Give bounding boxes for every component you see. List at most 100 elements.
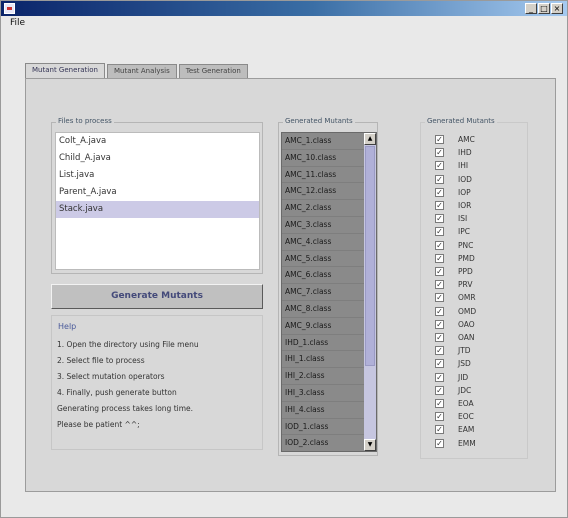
mutants-scrollbar[interactable]: ▲ ▼: [364, 133, 376, 451]
operator-checkbox[interactable]: ✓: [435, 425, 444, 435]
file-item-selected[interactable]: Stack.java: [56, 201, 259, 218]
operator-row[interactable]: ✓ IHI: [435, 160, 468, 171]
operator-label: EMM: [458, 438, 476, 448]
operator-row[interactable]: ✓ JDC: [435, 385, 471, 396]
mutant-item[interactable]: AMC_1.class: [282, 133, 366, 150]
scroll-down-icon[interactable]: ▼: [364, 439, 376, 451]
mutant-item[interactable]: AMC_7.class: [282, 284, 366, 301]
operator-row[interactable]: ✓ IOP: [435, 187, 471, 198]
file-item[interactable]: List.java: [56, 167, 259, 184]
operator-row[interactable]: ✓ AMC: [435, 134, 475, 145]
generate-mutants-button[interactable]: Generate Mutants: [51, 284, 263, 309]
menu-file[interactable]: File: [10, 18, 25, 28]
generated-mutants-list[interactable]: AMC_1.class AMC_10.class AMC_11.class AMC_1…: [281, 132, 377, 452]
operator-label: EOC: [458, 412, 474, 422]
mutant-item[interactable]: AMC_8.class: [282, 301, 366, 318]
operator-row[interactable]: ✓ JTD: [435, 345, 471, 356]
operator-row[interactable]: ✓ IHD: [435, 147, 472, 158]
tab-test-generation[interactable]: Test Generation: [178, 64, 248, 78]
mutant-item[interactable]: AMC_11.class: [282, 167, 366, 184]
operator-row[interactable]: ✓ IOD: [435, 174, 472, 185]
mutant-item[interactable]: IHD_1.class: [282, 335, 366, 352]
mutant-item[interactable]: IOD_1.class: [282, 419, 366, 436]
operator-checkbox[interactable]: ✓: [435, 148, 444, 158]
help-title: Help: [58, 322, 77, 331]
files-group: Files to process Colt_A.java Child_A.jav…: [51, 117, 263, 274]
operator-row[interactable]: ✓ ISI: [435, 213, 467, 224]
mutant-item[interactable]: AMC_12.class: [282, 183, 366, 201]
operator-checkbox[interactable]: ✓: [435, 306, 444, 316]
file-item[interactable]: Child_A.java: [56, 150, 259, 167]
operators-group: Generated Mutants ✓ AMC ✓ IHD ✓ IHI ✓ IOD ✓ IOP ✓ I…: [420, 117, 528, 459]
tab-strip: Mutant Generation Mutant Analysis Test G…: [25, 63, 250, 79]
files-list[interactable]: Colt_A.java Child_A.java List.java Paren…: [55, 132, 260, 270]
mutant-item[interactable]: IHI_1.class: [282, 351, 366, 369]
operator-row[interactable]: ✓ OMD: [435, 306, 476, 317]
help-line: 1. Open the directory using File menu: [57, 340, 199, 349]
operator-row[interactable]: ✓ JSD: [435, 358, 471, 369]
mutant-item[interactable]: AMC_5.class: [282, 251, 366, 268]
operator-row[interactable]: ✓ IPC: [435, 226, 470, 237]
operator-row[interactable]: ✓ EAM: [435, 424, 474, 435]
operator-row[interactable]: ✓ PPD: [435, 266, 473, 277]
operator-checkbox[interactable]: ✓: [435, 438, 444, 448]
title-bar[interactable]: _ □ ×: [1, 1, 567, 16]
operator-checkbox[interactable]: ✓: [435, 293, 444, 303]
operator-checkbox[interactable]: ✓: [435, 346, 444, 356]
operator-checkbox[interactable]: ✓: [435, 385, 444, 395]
operator-checkbox[interactable]: ✓: [435, 333, 444, 342]
maximize-button[interactable]: □: [538, 3, 550, 14]
mutant-item[interactable]: IHI_4.class: [282, 402, 366, 419]
mutant-generation-panel: Files to process Colt_A.java Child_A.jav…: [25, 78, 556, 492]
operator-row[interactable]: ✓ EOC: [435, 411, 474, 422]
operator-row[interactable]: ✓ EMM: [435, 438, 476, 449]
operator-checkbox[interactable]: ✓: [435, 399, 444, 408]
operator-row[interactable]: ✓ PMD: [435, 253, 475, 264]
mutant-item[interactable]: IHI_2.class: [282, 368, 366, 385]
operator-checkbox[interactable]: ✓: [435, 253, 444, 263]
tab-mutant-analysis[interactable]: Mutant Analysis: [106, 64, 177, 78]
file-item[interactable]: Colt_A.java: [56, 133, 259, 150]
mutant-item[interactable]: IOD_2.class: [282, 435, 366, 451]
operator-row[interactable]: ✓ PNC: [435, 240, 473, 251]
operator-row[interactable]: ✓ IOR: [435, 200, 471, 211]
scroll-thumb[interactable]: [365, 146, 375, 366]
operators-group-title: Generated Mutants: [425, 117, 497, 125]
operator-row[interactable]: ✓ PRV: [435, 279, 472, 290]
operator-checkbox[interactable]: ✓: [435, 214, 444, 224]
close-button[interactable]: ×: [551, 3, 563, 14]
operator-checkbox[interactable]: ✓: [435, 174, 444, 184]
mutant-item[interactable]: AMC_3.class: [282, 217, 366, 234]
operator-checkbox[interactable]: ✓: [435, 187, 444, 197]
operator-checkbox[interactable]: ✓: [435, 135, 444, 144]
operator-row[interactable]: ✓ EOA: [435, 398, 474, 409]
operator-row[interactable]: ✓ OAN: [435, 332, 475, 343]
mutant-item[interactable]: AMC_9.class: [282, 318, 366, 335]
operator-checkbox[interactable]: ✓: [435, 227, 444, 237]
minimize-button[interactable]: _: [525, 3, 537, 14]
mutant-item[interactable]: IHI_3.class: [282, 385, 366, 402]
help-line: Generating process takes long time.: [57, 404, 194, 413]
operator-checkbox[interactable]: ✓: [435, 412, 444, 422]
operator-checkbox[interactable]: ✓: [435, 161, 444, 171]
tab-mutant-generation[interactable]: Mutant Generation: [25, 63, 105, 78]
operator-checkbox[interactable]: ✓: [435, 280, 444, 290]
file-item[interactable]: Parent_A.java: [56, 184, 259, 201]
operator-row[interactable]: ✓ OMR: [435, 292, 476, 303]
operator-label: PPD: [458, 267, 473, 276]
operator-row[interactable]: ✓ OAO: [435, 319, 475, 330]
scroll-up-icon[interactable]: ▲: [364, 133, 376, 145]
mutant-item[interactable]: AMC_4.class: [282, 234, 366, 251]
operator-checkbox[interactable]: ✓: [435, 359, 444, 369]
operator-checkbox[interactable]: ✓: [435, 240, 444, 250]
operator-row[interactable]: ✓ JID: [435, 372, 468, 383]
operator-checkbox[interactable]: ✓: [435, 319, 444, 329]
mutant-item[interactable]: AMC_10.class: [282, 150, 366, 167]
operator-checkbox[interactable]: ✓: [435, 201, 444, 210]
operator-label: EOA: [458, 399, 474, 408]
operator-checkbox[interactable]: ✓: [435, 267, 444, 276]
mutant-item[interactable]: AMC_6.class: [282, 267, 366, 285]
mutant-item[interactable]: AMC_2.class: [282, 200, 366, 217]
operator-label: IHD: [458, 148, 472, 158]
operator-checkbox[interactable]: ✓: [435, 372, 444, 382]
